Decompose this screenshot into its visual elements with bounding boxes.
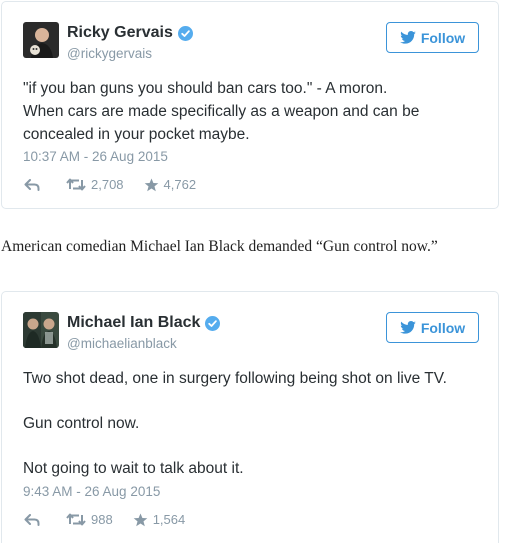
retweet-button[interactable]: 2,708	[66, 177, 124, 192]
twitter-bird-icon	[400, 321, 416, 334]
reply-icon	[24, 513, 40, 526]
verified-badge-icon	[205, 315, 221, 331]
verified-badge-icon	[177, 25, 193, 41]
tweet-text: "if you ban guns you should ban cars too…	[23, 77, 483, 146]
twitter-bird-icon	[400, 31, 416, 44]
reply-icon	[24, 178, 40, 191]
reply-button[interactable]	[24, 513, 40, 526]
tweet-text-line: "if you ban guns you should ban cars too…	[23, 80, 388, 97]
author-display-name[interactable]: Ricky Gervais	[67, 24, 173, 42]
favorite-count: 1,564	[152, 512, 186, 527]
author-name-row: Michael Ian Black	[67, 314, 221, 332]
author-name-row: Ricky Gervais	[67, 24, 193, 42]
tweet-actions: 2,708 4,762	[24, 177, 196, 192]
tweet-text: Two shot dead, one in surgery following …	[23, 367, 483, 480]
embedded-tweet-ricky-gervais: Ricky Gervais @rickygervais Follow "if y…	[1, 1, 499, 209]
avatar-ricky-gervais[interactable]	[23, 22, 59, 58]
tweet-text-line: When cars are made specifically as a wea…	[23, 103, 420, 143]
article-caption: American comedian Michael Ian Black dema…	[1, 238, 438, 255]
retweet-count: 2,708	[91, 177, 124, 192]
retweet-count: 988	[91, 512, 113, 527]
favorite-button[interactable]: 4,762	[144, 177, 197, 192]
embedded-tweet-michael-ian-black: Michael Ian Black @michaelianblack Follo…	[1, 291, 499, 543]
favorite-button[interactable]: 1,564	[133, 512, 186, 527]
author-handle[interactable]: @michaelianblack	[67, 336, 177, 351]
star-icon	[133, 513, 148, 527]
star-icon	[144, 178, 159, 192]
avatar-michael-ian-black[interactable]	[23, 312, 59, 348]
follow-button[interactable]: Follow	[386, 312, 479, 343]
tweet-text-paragraph: Two shot dead, one in surgery following …	[23, 370, 447, 387]
author-display-name[interactable]: Michael Ian Black	[67, 314, 200, 332]
tweet-actions: 988 1,564	[24, 512, 185, 527]
follow-button-label: Follow	[420, 319, 466, 336]
tweet-timestamp[interactable]: 9:43 AM - 26 Aug 2015	[23, 484, 160, 499]
tweet-text-paragraph: Gun control now.	[23, 415, 140, 432]
tweet-text-paragraph: Not going to wait to talk about it.	[23, 460, 244, 477]
follow-button[interactable]: Follow	[386, 22, 479, 53]
tweet-timestamp[interactable]: 10:37 AM - 26 Aug 2015	[23, 149, 168, 164]
reply-button[interactable]	[24, 178, 40, 191]
retweet-icon	[66, 513, 86, 526]
author-handle[interactable]: @rickygervais	[67, 46, 152, 61]
retweet-icon	[66, 178, 86, 191]
follow-button-label: Follow	[420, 29, 466, 46]
favorite-count: 4,762	[163, 177, 197, 192]
retweet-button[interactable]: 988	[66, 512, 113, 527]
